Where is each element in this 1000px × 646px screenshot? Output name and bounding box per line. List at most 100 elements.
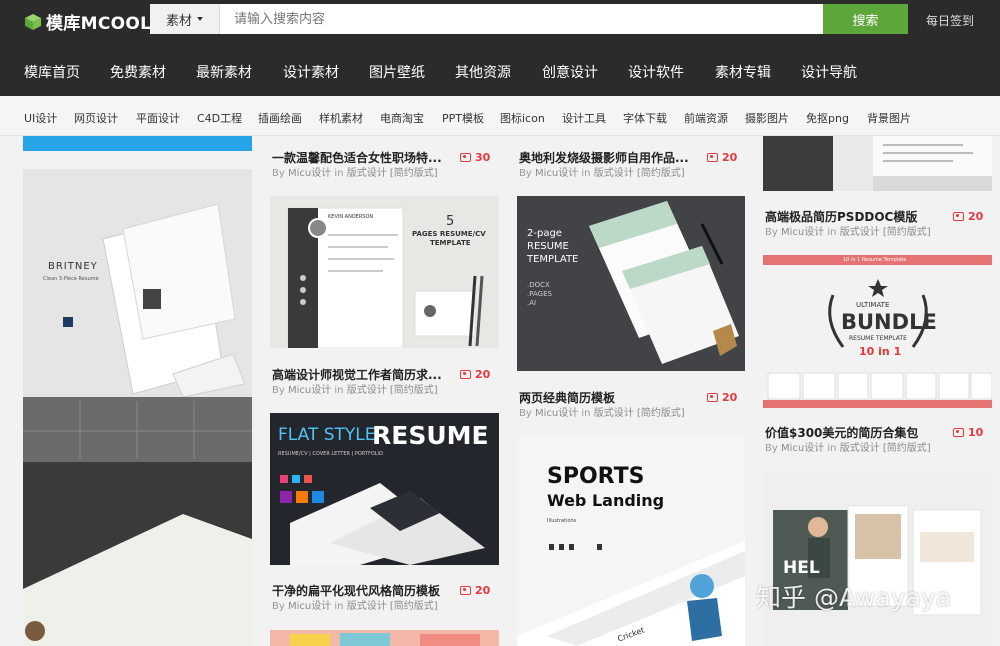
kevin-line1: PAGES RESUME/CV [412, 230, 486, 238]
author-link[interactable]: Micu设计 [781, 443, 824, 454]
card-thumbnail[interactable]: SPORTS Web Landing Illustrations Cricket [517, 436, 745, 646]
main-nav-item[interactable]: 设计素材 [283, 62, 339, 82]
subnav-item[interactable]: 字体下载 [623, 110, 667, 126]
flat-subtitle: RESUME/CV | COVER LETTER | PORTFOLIO [278, 451, 383, 457]
download-count: 20 [722, 151, 738, 164]
author-link[interactable]: Micu设计 [288, 168, 331, 179]
card-thumbnail[interactable]: BRITNEY Clean 3-Piece Resume [23, 169, 252, 646]
main-nav: 模库首页 免费素材 最新素材 设计素材 图片壁纸 其他资源 创意设计 设计软件 … [0, 44, 1000, 96]
download-count-badge: 20 [707, 151, 737, 164]
author-link[interactable]: Micu设计 [535, 408, 578, 419]
masonry-grid: BRITNEY Clean 3-Piece Resume 一款温馨配色适合女性职… [0, 136, 1000, 646]
main-nav-item[interactable]: 最新素材 [196, 62, 252, 82]
category-link[interactable]: 版式设计 [840, 443, 880, 454]
subnav-item[interactable]: 样机素材 [319, 110, 363, 126]
search-category-select[interactable]: 素材 [150, 4, 220, 34]
tag-link[interactable]: [简约版式] [883, 227, 931, 238]
subnav-item[interactable]: 背景图片 [867, 110, 911, 126]
category-link[interactable]: 版式设计 [347, 168, 387, 179]
search-button[interactable]: 搜索 [823, 4, 908, 34]
download-count-badge: 20 [460, 584, 490, 597]
author-link[interactable]: Micu设计 [288, 601, 331, 612]
top-bar: 模库MCOOL 素材 搜索 每日签到 [0, 0, 1000, 44]
download-count-badge: 20 [707, 391, 737, 404]
subnav-item[interactable]: 图标icon [500, 110, 545, 126]
download-count-badge: 10 [953, 426, 983, 439]
category-link[interactable]: 版式设计 [594, 408, 634, 419]
card-meta: By Micu设计 in 版式设计 [简约版式] [272, 601, 438, 612]
card-thumbnail[interactable]: KEVIN ANDERSON 5 PAGES RESUME/CV TEMPLAT… [270, 196, 499, 348]
twopage-l3: TEMPLATE [527, 254, 579, 265]
main-nav-item[interactable]: 模库首页 [24, 62, 80, 82]
subnav-item[interactable]: 免抠png [806, 110, 849, 126]
download-count: 20 [475, 368, 491, 381]
card-thumbnail[interactable]: 2-page RESUME TEMPLATE .DOCX .PAGES .AI [517, 196, 745, 371]
coin-icon [707, 393, 718, 402]
card-meta: By Micu设计 in 版式设计 [简约版式] [272, 168, 438, 179]
main-nav-item[interactable]: 其他资源 [455, 62, 511, 82]
twopage-f3: .AI [527, 299, 537, 307]
hel-heading: HEL [783, 558, 820, 578]
card-thumbnail[interactable]: FLAT STYLE RESUME RESUME/CV | COVER LETT… [270, 413, 499, 565]
subnav-item[interactable]: 平面设计 [136, 110, 180, 126]
author-link[interactable]: Micu设计 [781, 227, 824, 238]
category-link[interactable]: 版式设计 [840, 227, 880, 238]
download-count-badge: 20 [953, 210, 983, 223]
category-link[interactable]: 版式设计 [347, 385, 387, 396]
next-card-strip [290, 633, 480, 646]
flat-resume-heading: RESUME [372, 421, 489, 450]
card-thumbnail[interactable] [763, 136, 992, 191]
subnav-item[interactable]: 网页设计 [74, 110, 118, 126]
tag-link[interactable]: [简约版式] [883, 443, 931, 454]
tag-link[interactable]: [简约版式] [637, 168, 685, 179]
subnav-item[interactable]: UI设计 [24, 110, 57, 126]
subnav-item[interactable]: C4D工程 [197, 110, 242, 126]
site-logo[interactable]: 模库MCOOL [24, 9, 151, 34]
tag-link[interactable]: [简约版式] [390, 385, 438, 396]
main-nav-item[interactable]: 创意设计 [542, 62, 598, 82]
subnav-item[interactable]: 设计工具 [562, 110, 606, 126]
tag-link[interactable]: [简约版式] [390, 601, 438, 612]
bundle-10in1: 10 in 1 [859, 345, 902, 358]
download-count-badge: 20 [460, 368, 490, 381]
search-category-label: 素材 [165, 13, 192, 29]
card-meta: By Micu设计 in 版式设计 [简约版式] [519, 408, 685, 419]
bundle-resume-template: RESUME TEMPLATE [849, 335, 907, 342]
main-nav-item[interactable]: 图片壁纸 [369, 62, 425, 82]
main-nav-item[interactable]: 素材专辑 [715, 62, 771, 82]
resume-psd-illustration [763, 136, 992, 191]
daily-signin-link[interactable]: 每日签到 [926, 12, 974, 29]
main-nav-item[interactable]: 设计软件 [628, 62, 684, 82]
kevin-number: 5 [446, 214, 455, 229]
subnav-item[interactable]: 电商淘宝 [380, 110, 424, 126]
bundle-top-label: 10 in 1 Resume Template [843, 257, 907, 263]
author-link[interactable]: Micu设计 [288, 385, 331, 396]
bundle-ultimate: ULTIMATE [856, 301, 890, 309]
coin-icon [953, 428, 964, 437]
coin-icon [460, 153, 471, 162]
subnav-item[interactable]: 前端资源 [684, 110, 728, 126]
category-link[interactable]: 版式设计 [347, 601, 387, 612]
subnav-item[interactable]: 摄影图片 [745, 110, 789, 126]
category-subnav: UI设计 网页设计 平面设计 C4D工程 插画绘画 样机素材 电商淘宝 PPT模… [0, 96, 1000, 136]
category-link[interactable]: 版式设计 [594, 168, 634, 179]
britney-resume-illustration [23, 169, 252, 646]
subnav-item[interactable]: 插画绘画 [258, 110, 302, 126]
search-input[interactable] [220, 4, 823, 34]
coin-icon [707, 153, 718, 162]
tag-link[interactable]: [简约版式] [390, 168, 438, 179]
subnav-item[interactable]: PPT模板 [442, 110, 484, 126]
kevin-name: KEVIN ANDERSON [328, 214, 374, 220]
author-link[interactable]: Micu设计 [535, 168, 578, 179]
tag-link[interactable]: [简约版式] [637, 408, 685, 419]
download-count: 30 [475, 151, 491, 164]
card-thumbnail[interactable]: HEL [763, 472, 992, 646]
download-count: 20 [968, 210, 984, 223]
main-nav-item[interactable]: 免费素材 [110, 62, 166, 82]
twopage-f2: .PAGES [527, 290, 552, 298]
card-thumbnail[interactable] [270, 630, 499, 646]
twopage-l2: RESUME [527, 241, 569, 252]
card-thumbnail[interactable] [23, 136, 252, 151]
main-nav-item[interactable]: 设计导航 [801, 62, 857, 82]
card-thumbnail[interactable]: 10 in 1 Resume Template ULTIMATE BUNDLE … [763, 255, 992, 408]
